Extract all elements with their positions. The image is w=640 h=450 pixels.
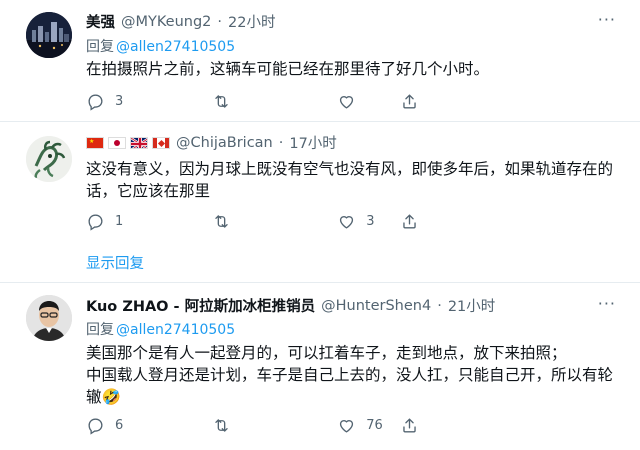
tweet-3[interactable]: Kuo ZHAO - 阿拉斯加冰柜推销员 @HunterShen4 · 21小时… [0, 283, 640, 450]
separator: · [217, 13, 222, 30]
reply-count: 1 [115, 214, 124, 229]
retweet-icon [214, 95, 228, 108]
reply-count: 3 [115, 94, 124, 109]
heart-icon [340, 216, 354, 229]
japan-flag-icon [108, 136, 126, 149]
like-button[interactable]: 76 [337, 416, 400, 435]
like-count: 3 [366, 214, 375, 229]
share-button[interactable] [400, 416, 436, 435]
reply-button[interactable]: 6 [86, 416, 212, 435]
action-bar: 6 76 [86, 416, 436, 435]
share-button[interactable] [400, 92, 436, 111]
reply-to-link[interactable]: @allen27410505 [116, 322, 235, 338]
canada-flag-icon [152, 136, 170, 149]
like-count: 76 [366, 418, 383, 433]
retweet-icon [214, 419, 228, 432]
share-button[interactable] [400, 212, 436, 231]
retweet-button[interactable] [212, 92, 338, 111]
heart-icon [340, 96, 354, 109]
reply-button[interactable]: 3 [86, 92, 212, 111]
reply-button[interactable]: 1 [86, 212, 212, 231]
avatar[interactable] [26, 136, 72, 182]
author-name[interactable]: ★ [86, 136, 170, 149]
share-icon [403, 214, 416, 229]
tweet-text: 在拍摄照片之前，这辆车可能已经在那里待了好几个小时。 [86, 60, 490, 78]
author-handle[interactable]: @HunterShen4 [321, 298, 431, 314]
tweet-1[interactable]: 美强 @MYKeung2 · 22小时 ··· 回复 @allen27410505… [0, 0, 640, 120]
uk-flag-icon [130, 136, 148, 149]
separator: · [437, 297, 442, 314]
like-button[interactable]: 3 [337, 212, 400, 231]
china-flag-icon: ★ [86, 136, 104, 149]
retweet-icon [214, 215, 228, 228]
reply-context: 回复 @allen27410505 [86, 36, 235, 56]
share-icon [403, 418, 416, 433]
reply-icon [88, 94, 103, 111]
author-handle[interactable]: @MYKeung2 [121, 14, 211, 30]
more-options-icon[interactable]: ··· [598, 294, 616, 313]
reply-icon [88, 418, 103, 435]
retweet-button[interactable] [212, 212, 338, 231]
tweet-text: 美国那个是有人一起登月的，可以扛着车子，走到地点，放下来拍照； 中国载人登月还是… [86, 344, 614, 406]
author-handle[interactable]: @ChijaBrican [176, 135, 273, 151]
timestamp[interactable]: 21小时 [448, 295, 495, 316]
avatar[interactable] [26, 295, 72, 341]
more-options-icon[interactable]: ··· [598, 10, 616, 29]
action-bar: 3 [86, 92, 436, 111]
like-button[interactable] [337, 92, 400, 111]
action-bar: 1 3 [86, 212, 436, 231]
share-icon [403, 94, 416, 109]
avatar[interactable] [26, 12, 72, 58]
reply-prefix: 回复 [86, 39, 114, 55]
tweet-text: 这没有意义，因为月球上既没有空气也没有风，即使多年后，如果轨道存在的话，它应该在… [86, 160, 614, 200]
reply-to-link[interactable]: @allen27410505 [116, 39, 235, 55]
reply-count: 6 [115, 418, 124, 433]
reply-context: 回复 @allen27410505 [86, 319, 235, 339]
separator: · [278, 134, 284, 151]
show-replies-link[interactable]: 显示回复 [86, 252, 144, 273]
timestamp[interactable]: 17小时 [289, 132, 336, 153]
reply-icon [88, 214, 103, 231]
reply-prefix: 回复 [86, 322, 114, 338]
author-name[interactable]: 美强 [86, 11, 115, 32]
retweet-button[interactable] [212, 416, 338, 435]
author-name[interactable]: Kuo ZHAO - 阿拉斯加冰柜推销员 [86, 295, 315, 316]
heart-icon [340, 420, 354, 433]
tweet-2[interactable]: ★ @ChijaBrican · 17小时 这没有意义，因为月球上既没有空气也没… [0, 122, 640, 282]
timestamp[interactable]: 22小时 [228, 11, 275, 32]
